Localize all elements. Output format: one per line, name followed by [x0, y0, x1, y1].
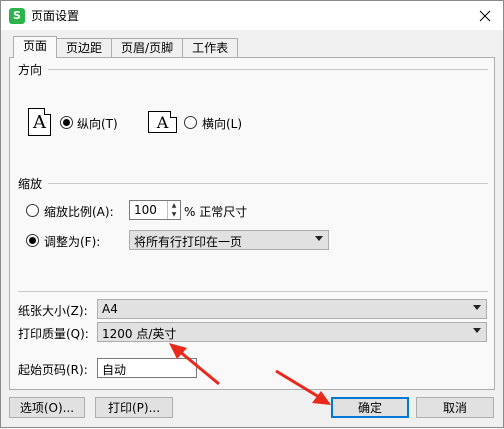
- tab-page[interactable]: 页面: [13, 36, 58, 58]
- portrait-radio[interactable]: [60, 116, 73, 129]
- first-page-number-input[interactable]: 自动: [97, 358, 197, 378]
- tab-strip: 页面 页边距 页眉/页脚 工作表: [13, 36, 239, 58]
- tab-sheet[interactable]: 工作表: [182, 38, 239, 58]
- print-button[interactable]: 打印(P)...: [95, 397, 173, 418]
- fit-to-label: 调整为(F):: [44, 235, 101, 249]
- close-button[interactable]: [467, 1, 503, 30]
- paper-size-value: A4: [102, 302, 118, 316]
- spinner-up-icon[interactable]: ▲: [168, 201, 180, 210]
- tab-panel-page: 方向 A 纵向(T) A 横向(L) 缩放 缩放比例(A): 100 ▲ ▼ %…: [9, 57, 495, 390]
- fit-to-radio[interactable]: [26, 234, 39, 247]
- wps-app-icon: S: [9, 7, 25, 24]
- chevron-down-icon: [473, 328, 481, 333]
- scale-percent-value: 100: [134, 203, 157, 217]
- orientation-section-label: 方向: [18, 63, 43, 77]
- fit-to-dropdown[interactable]: 将所有行打印在一页: [129, 230, 329, 250]
- print-quality-dropdown[interactable]: 1200 点/英寸: [97, 322, 487, 342]
- scale-percent-label: 缩放比例(A):: [44, 205, 114, 219]
- options-button[interactable]: 选项(O)...: [9, 397, 85, 418]
- dialog-title: 页面设置: [31, 9, 80, 23]
- chevron-down-icon: [315, 236, 323, 241]
- spinner-arrows[interactable]: ▲ ▼: [167, 201, 180, 219]
- first-page-number-label: 起始页码(R):: [18, 363, 88, 377]
- paper-size-label: 纸张大小(Z):: [18, 304, 88, 318]
- paper-divider: [18, 291, 488, 292]
- fit-to-value: 将所有行打印在一页: [134, 235, 243, 249]
- orientation-divider: [48, 69, 488, 70]
- scale-percent-radio[interactable]: [26, 204, 39, 217]
- page-setup-dialog: S 页面设置 页面 页边距 页眉/页脚 工作表 方向 A 纵向(T) A 横向(…: [0, 0, 504, 428]
- portrait-label: 纵向(T): [77, 117, 118, 131]
- scaling-section-label: 缩放: [18, 177, 43, 191]
- cancel-button[interactable]: 取消: [416, 397, 494, 418]
- tab-header-footer[interactable]: 页眉/页脚: [111, 38, 184, 58]
- spinner-down-icon[interactable]: ▼: [168, 210, 180, 219]
- close-icon: [479, 10, 491, 21]
- scaling-divider: [48, 183, 488, 184]
- landscape-radio[interactable]: [184, 116, 197, 129]
- tab-margins[interactable]: 页边距: [56, 38, 113, 58]
- scale-percent-suffix: % 正常尺寸: [184, 205, 248, 219]
- landscape-page-icon: A: [148, 111, 177, 133]
- ok-button[interactable]: 确定: [331, 397, 409, 418]
- scale-percent-spinner[interactable]: 100 ▲ ▼: [129, 200, 181, 220]
- print-quality-value: 1200 点/英寸: [102, 327, 177, 341]
- print-quality-label: 打印质量(Q):: [18, 327, 89, 341]
- title-bar: S 页面设置: [1, 1, 503, 30]
- chevron-down-icon: [473, 305, 481, 310]
- landscape-label: 横向(L): [202, 117, 243, 131]
- first-page-number-value: 自动: [102, 363, 127, 377]
- paper-size-dropdown[interactable]: A4: [97, 299, 487, 319]
- portrait-page-icon: A: [28, 108, 51, 136]
